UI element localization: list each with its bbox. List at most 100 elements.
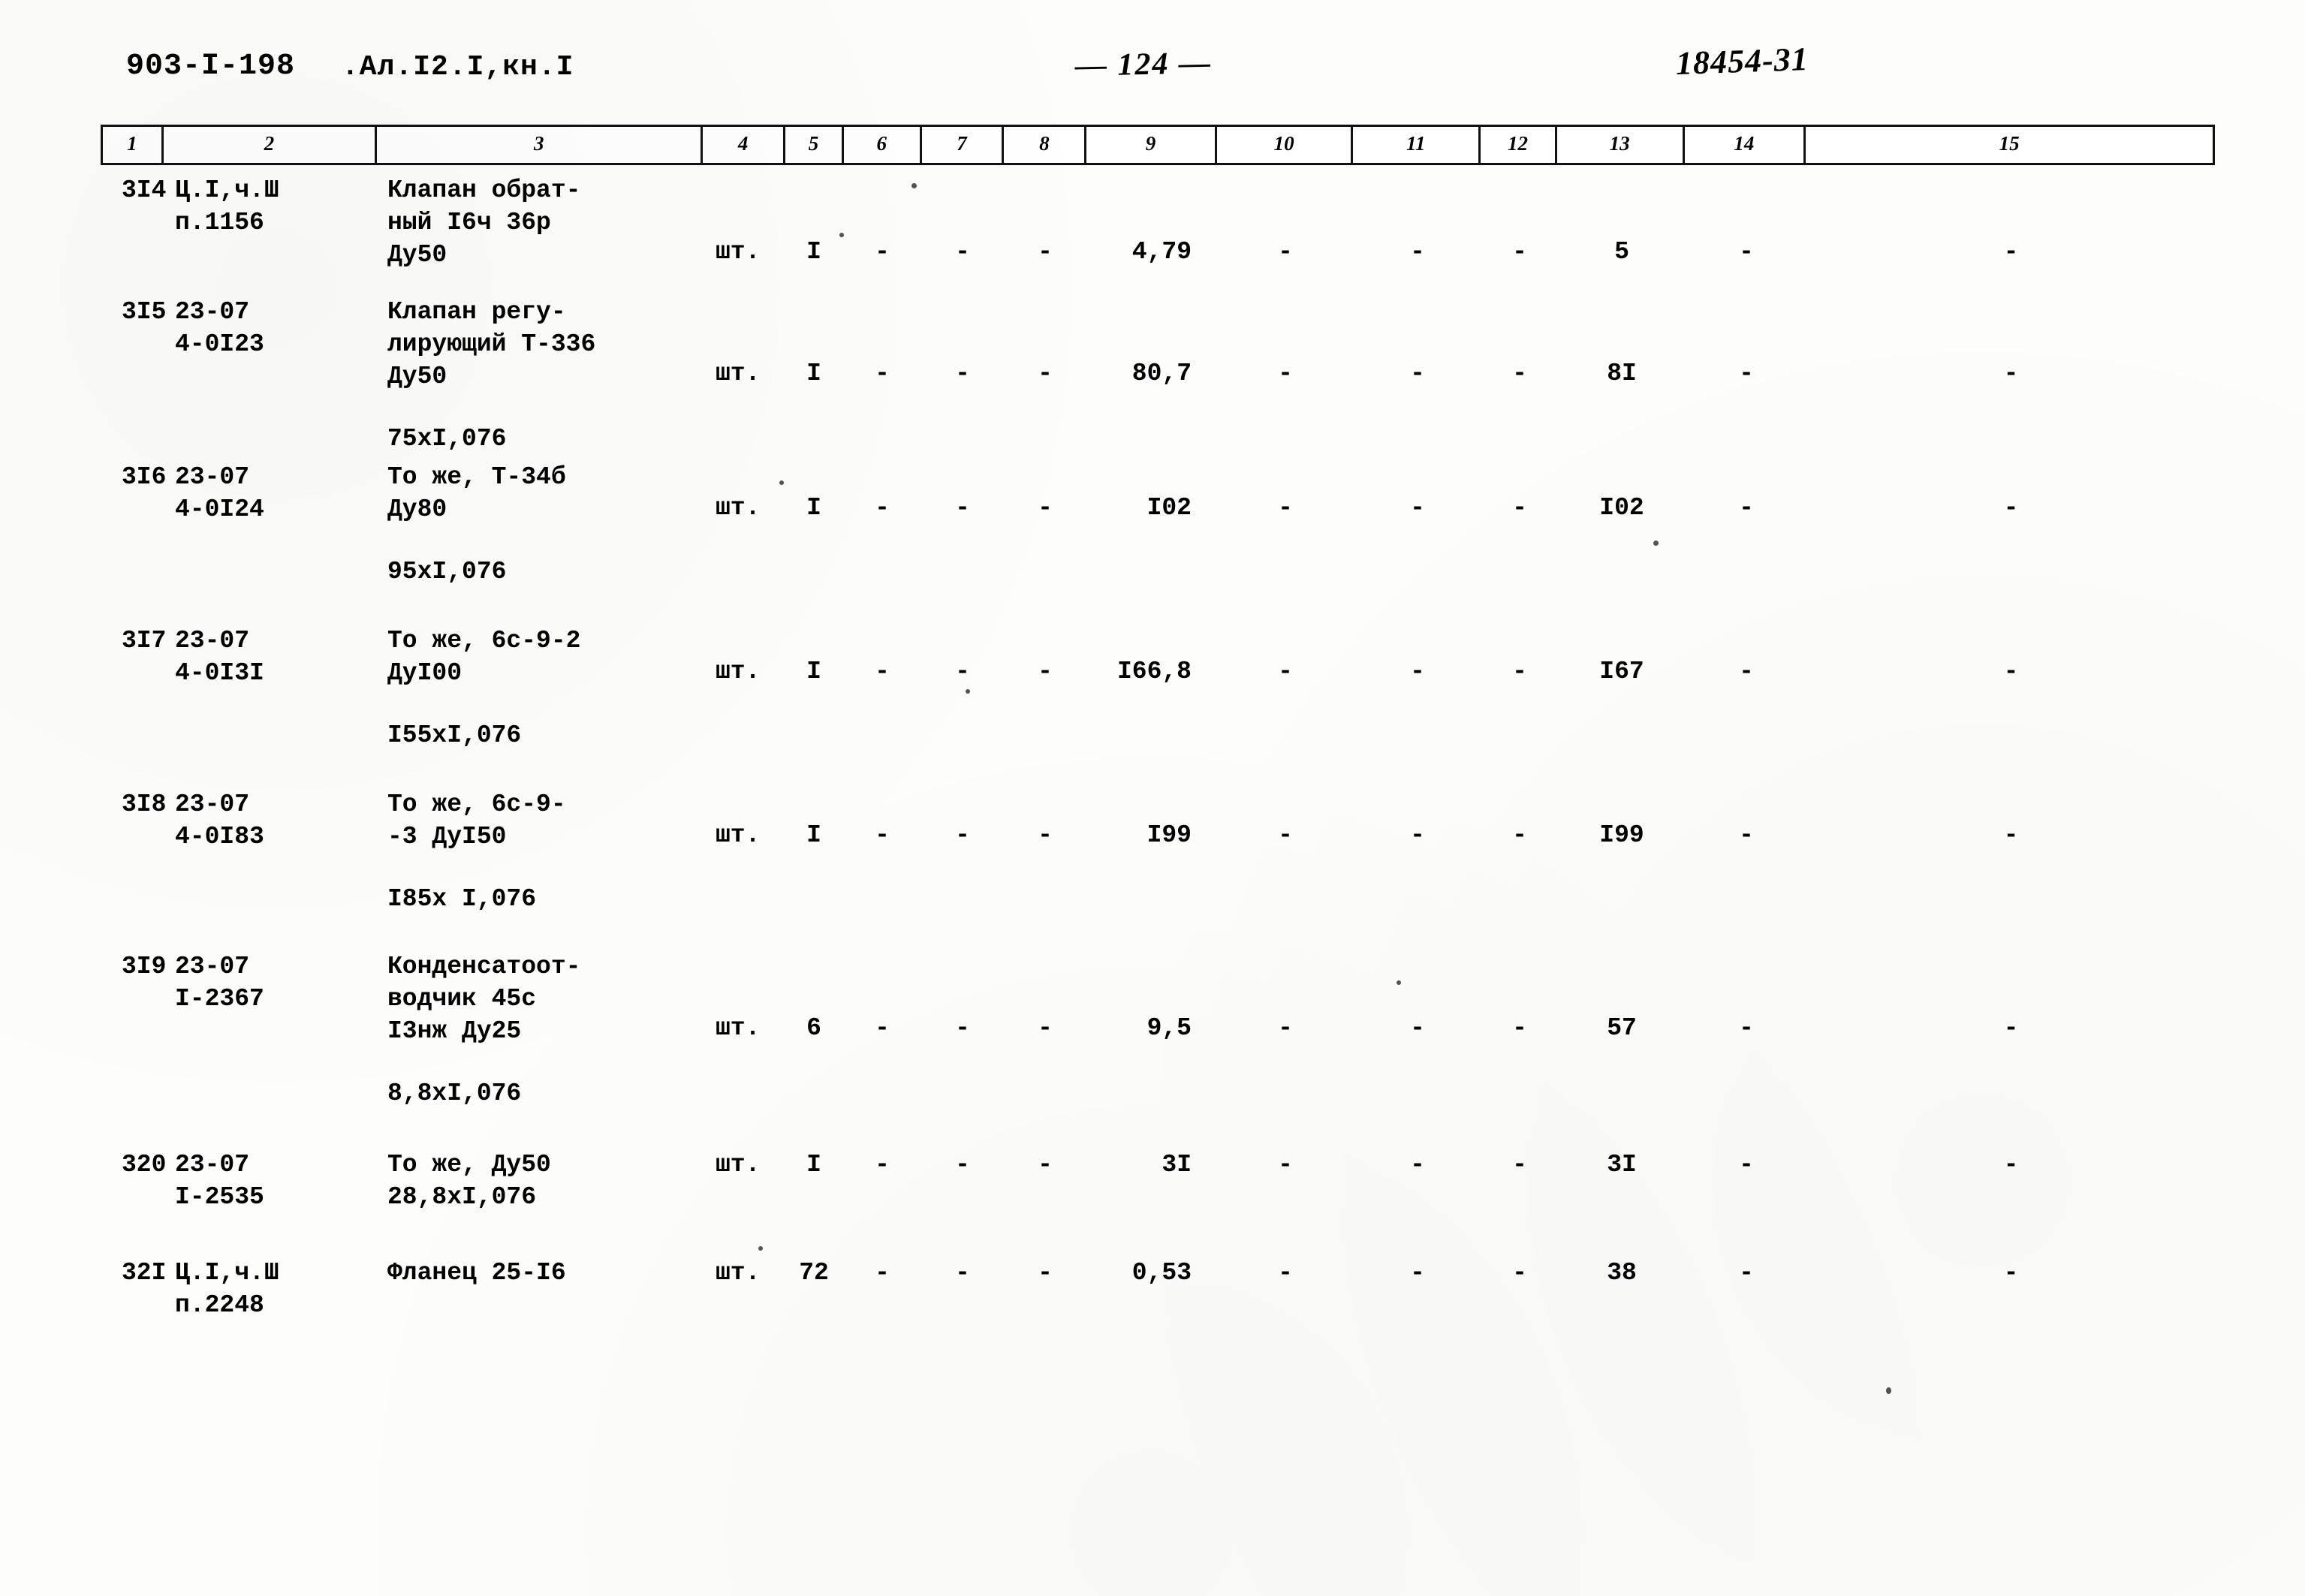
row-col11-value: - — [1410, 1151, 1425, 1179]
row-col10-value: - — [1278, 360, 1293, 387]
row-quantity: 72 — [799, 1259, 829, 1287]
row-item-description: То же, 6с-9- -3 ДуI50 I85х I,076 — [375, 788, 702, 915]
item-description-line-3: I3нж Ду25 — [387, 1017, 522, 1045]
item-description-line-2: водчик 45с — [387, 985, 537, 1013]
reference-code-line-2: п.1156 — [175, 209, 264, 236]
row-col14-value: - — [1739, 1151, 1754, 1179]
row-col8-value: - — [1038, 238, 1053, 266]
scan-speck — [1653, 541, 1659, 546]
row-unit-of-measure: шт. — [716, 1151, 761, 1179]
column-header-6: 6 — [844, 127, 922, 163]
row-col12-value: - — [1512, 494, 1527, 522]
row-reference-code: Ц.I,ч.Ш п.2248 — [161, 1257, 375, 1321]
row-reference-code: 23-07 4-0I3I — [161, 625, 375, 689]
row-col13-value: 3I — [1607, 1151, 1637, 1179]
row-col6-value: - — [875, 494, 890, 522]
row-col12-value: - — [1512, 1151, 1527, 1179]
table-row: 3I8 23-07 4-0I83 То же, 6с-9- -3 ДуI50 I85х I… — [101, 788, 2215, 915]
row-col6-value: - — [875, 1151, 890, 1179]
row-position-number: 3I4 — [122, 176, 167, 204]
row-col10-value: - — [1278, 494, 1293, 522]
row-position-number: 3I8 — [122, 790, 167, 818]
row-col9-value: 80,7 — [1131, 360, 1192, 387]
row-col11-value: - — [1410, 1014, 1425, 1042]
row-col12-value: - — [1512, 821, 1527, 849]
row-col8-value: - — [1038, 1151, 1053, 1179]
row-col12-value: - — [1512, 1259, 1527, 1287]
row-unit-of-measure: шт. — [716, 494, 761, 522]
row-col14-value: - — [1739, 821, 1754, 849]
row-col10-value: - — [1278, 1014, 1293, 1042]
item-description-line-2: лирующий Т-336 — [387, 330, 596, 358]
reference-code-line-1: 23-07 — [175, 298, 250, 326]
page-number: — 124 — — [1074, 46, 1213, 83]
row-unit-of-measure: шт. — [716, 821, 761, 849]
reference-code-line-1: 23-07 — [175, 953, 250, 980]
row-col10-value: - — [1278, 1151, 1293, 1179]
row-col9-value: 0,53 — [1131, 1259, 1192, 1287]
scan-speck — [966, 689, 970, 694]
row-reference-code: Ц.I,ч.Ш п.1156 — [161, 174, 375, 239]
album-reference: .Ал.I2.I,кн.I — [342, 51, 574, 83]
reference-code-line-2: I-2367 — [175, 985, 264, 1013]
row-col8-value: - — [1038, 658, 1053, 685]
item-description-line-1: То же, Ду50 — [387, 1151, 551, 1179]
reference-code-line-1: 23-07 — [175, 790, 250, 818]
row-col10-value: - — [1278, 238, 1293, 266]
row-reference-code: 23-07 4-0I83 — [161, 788, 375, 853]
reference-code-line-1: Ц.I,ч.Ш — [175, 176, 279, 204]
row-item-description: Конденсатоот-водчик 45с I3нж Ду25 8,8xI,07… — [375, 950, 702, 1110]
row-quantity: I — [806, 821, 821, 849]
scan-speck — [839, 233, 844, 237]
table-row: 32I Ц.I,ч.Ш п.2248 Фланец 25-I6 шт. 72 - - - 0,53… — [101, 1257, 2215, 1321]
item-spec-line: 75xI,076 — [387, 425, 507, 453]
reference-code-line-1: 23-07 — [175, 627, 250, 655]
table-column-header-row: 1 2 3 4 5 6 7 8 9 10 11 12 13 14 15 — [101, 125, 2215, 165]
row-col11-value: - — [1410, 238, 1425, 266]
column-header-14: 14 — [1685, 127, 1806, 163]
reference-code-line-2: 4-0I24 — [175, 495, 264, 523]
row-col15-value: - — [2003, 360, 2019, 387]
row-col14-value: - — [1739, 1014, 1754, 1042]
row-col7-value: - — [955, 658, 970, 685]
column-header-10: 10 — [1217, 127, 1354, 163]
row-col12-value: - — [1512, 360, 1527, 387]
table-row: 3I9 23-07 I-2367 Конденсатоот-водчик 45с I3н… — [101, 950, 2215, 1110]
row-unit-of-measure: шт. — [716, 360, 761, 387]
row-col6-value: - — [875, 360, 890, 387]
row-col15-value: - — [2003, 658, 2019, 685]
row-col11-value: - — [1410, 658, 1425, 685]
row-unit-of-measure: шт. — [716, 238, 761, 266]
row-col9-value: I66,8 — [1116, 658, 1192, 685]
row-col12-value: - — [1512, 238, 1527, 266]
row-col13-value: 57 — [1607, 1014, 1637, 1042]
table-row: 3I4 Ц.I,ч.Ш п.1156 Клапан обрат-ный I6ч 36р… — [101, 174, 2215, 271]
row-quantity: I — [806, 658, 821, 685]
row-col6-value: - — [875, 1259, 890, 1287]
row-col15-value: - — [2003, 238, 2019, 266]
row-col7-value: - — [955, 1014, 970, 1042]
item-description-line-2: ный I6ч 36р — [387, 209, 551, 236]
column-header-9: 9 — [1086, 127, 1217, 163]
item-description-line-3: Ду50 — [387, 241, 447, 269]
document-page: 903-I-198 .Ал.I2.I,кн.I — 124 — 18454-31… — [0, 0, 2305, 1596]
row-col6-value: - — [875, 658, 890, 685]
row-col6-value: - — [875, 1014, 890, 1042]
scan-speck — [911, 183, 917, 188]
row-col14-value: - — [1739, 494, 1754, 522]
row-unit-of-measure: шт. — [716, 1259, 761, 1287]
row-item-description: Клапан регу-лирующий Т-336 Ду50 75xI,076 — [375, 296, 702, 455]
row-reference-code: 23-07 4-0I24 — [161, 461, 375, 525]
scan-speck — [779, 480, 784, 485]
item-description-line-1: Клапан обрат- — [387, 176, 581, 204]
row-item-description: Фланец 25-I6 — [375, 1257, 702, 1289]
item-spec-line: 8,8xI,076 — [387, 1080, 522, 1107]
row-col6-value: - — [875, 821, 890, 849]
scan-speck — [1397, 980, 1401, 985]
column-header-11: 11 — [1353, 127, 1481, 163]
reference-code-line-2: I-2535 — [175, 1183, 264, 1211]
row-col6-value: - — [875, 238, 890, 266]
row-col9-value: I99 — [1146, 821, 1192, 849]
row-col8-value: - — [1038, 360, 1053, 387]
item-description-line-1: То же, 6с-9- — [387, 790, 566, 818]
